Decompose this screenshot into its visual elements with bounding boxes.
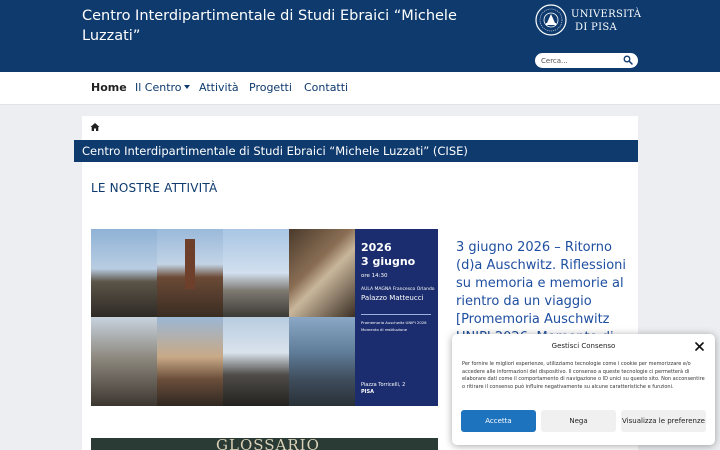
- nav-item-contatti[interactable]: Contatti: [304, 81, 348, 94]
- poster-promemoria: Promemoria Auschwitz UNIPI 2026: [361, 320, 427, 325]
- cookie-consent-dialog: Gestisci Consenso Per fornire le miglior…: [452, 334, 715, 445]
- page-title-banner: Centro Interdipartimentale di Studi Ebra…: [74, 140, 638, 162]
- university-logo[interactable]: UNIVERSITÀ DI PISA: [535, 4, 641, 42]
- poster-time: ore 14:30: [361, 273, 388, 279]
- search-icon[interactable]: [623, 55, 633, 65]
- university-name-line2: DI PISA: [575, 22, 617, 33]
- second-event-text: GLOSSARIO: [216, 438, 320, 450]
- poster-year: 2026: [361, 241, 392, 254]
- photo-3: [223, 229, 289, 317]
- preferences-button[interactable]: Visualizza le preferenze: [621, 410, 706, 432]
- photo-7: [223, 317, 289, 406]
- caret-down-icon: [183, 85, 190, 89]
- photo-1: [91, 229, 157, 317]
- accept-button[interactable]: Accetta: [461, 410, 536, 432]
- nav-item-home[interactable]: Home: [91, 81, 127, 94]
- nav-item-progetti[interactable]: Progetti: [249, 81, 292, 94]
- nav-item-label: Il Centro: [135, 81, 182, 94]
- poster-address: Piazza Torricelli, 2: [361, 382, 406, 388]
- poster-palazzo: Palazzo Matteucci: [361, 294, 424, 302]
- deny-button[interactable]: Nega: [541, 410, 616, 432]
- seal-icon: [535, 4, 567, 36]
- section-heading: LE NOSTRE ATTIVITÀ: [91, 181, 218, 195]
- photo-4: [289, 229, 355, 317]
- event-title-link[interactable]: 3 giugno 2026 – Ritorno (d)a Auschwitz. …: [456, 239, 632, 340]
- photo-6: [157, 317, 223, 406]
- poster-momento: Momento di restituzione: [361, 327, 408, 332]
- poster-venue: AULA MAGNA Francesco Orlando: [361, 287, 435, 292]
- event-poster: 2026 3 giugno ore 14:30 AULA MAGNA Franc…: [355, 229, 438, 406]
- nav-item-il-centro[interactable]: Il Centro: [135, 81, 190, 94]
- site-header: Centro Interdipartimentale di Studi Ebra…: [0, 0, 720, 72]
- poster-divider: [361, 314, 431, 315]
- event-image[interactable]: 2026 3 giugno ore 14:30 AULA MAGNA Franc…: [91, 229, 438, 406]
- university-name-line1: UNIVERSITÀ: [571, 9, 642, 20]
- search-input[interactable]: [541, 54, 621, 67]
- photo-8: [289, 317, 355, 406]
- second-event-image[interactable]: GLOSSARIO: [91, 438, 438, 450]
- poster-date: 3 giugno: [361, 255, 416, 268]
- site-title[interactable]: Centro Interdipartimentale di Studi Ebra…: [82, 6, 472, 46]
- poster-city: PISA: [361, 389, 374, 395]
- home-icon[interactable]: [90, 122, 100, 132]
- nav-item-attivita[interactable]: Attività: [199, 81, 239, 94]
- consent-title: Gestisci Consenso: [551, 342, 616, 350]
- photo-2: [157, 229, 223, 317]
- close-icon[interactable]: [695, 342, 704, 351]
- consent-text: Per fornire le migliori esperienze, util…: [462, 361, 705, 390]
- search-box: [535, 53, 638, 68]
- photo-5: [91, 317, 157, 406]
- university-name: UNIVERSITÀ DI PISA: [571, 8, 641, 34]
- main-navigation: Home Il Centro Attività Progetti Contatt…: [0, 72, 720, 105]
